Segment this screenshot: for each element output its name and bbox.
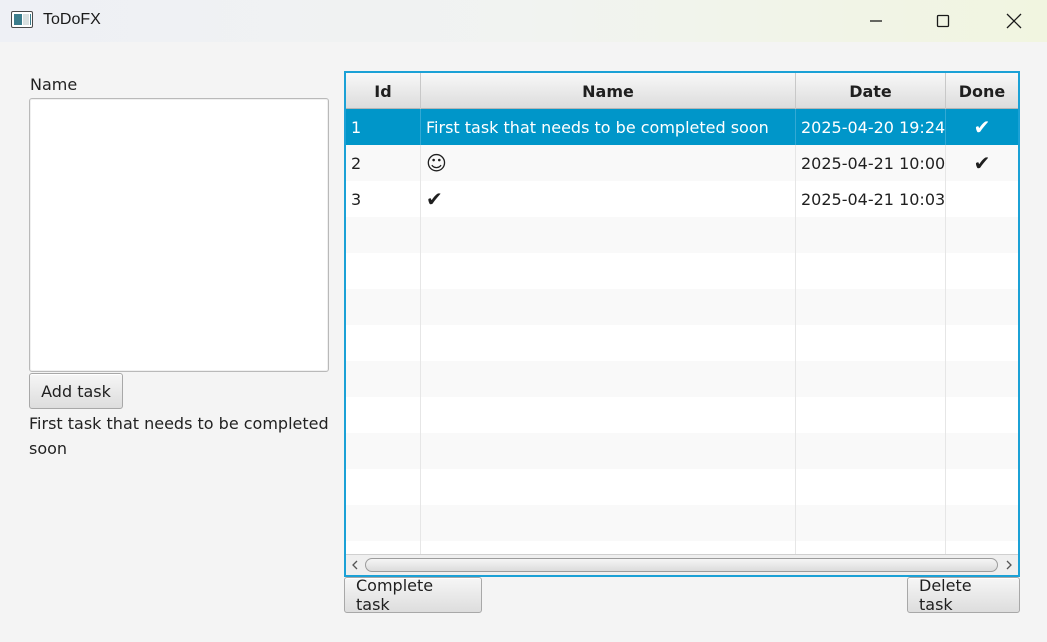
empty-cell	[346, 469, 421, 505]
empty-cell	[346, 289, 421, 325]
name-textarea[interactable]	[29, 98, 329, 372]
task-table[interactable]: Id Name Date Done 1 First task that need…	[344, 71, 1020, 577]
scroll-right-arrow-icon[interactable]	[1002, 558, 1016, 572]
empty-cell	[421, 325, 796, 361]
name-label: Name	[30, 75, 78, 94]
empty-cell	[796, 289, 946, 325]
cell-done: ✔	[973, 151, 991, 175]
empty-cell	[946, 433, 1018, 469]
empty-cell	[421, 397, 796, 433]
table-header: Id Name Date Done	[346, 73, 1018, 109]
app-icon	[11, 11, 33, 28]
delete-task-button[interactable]: Delete task	[907, 576, 1020, 614]
empty-cell	[796, 397, 946, 433]
empty-cell	[346, 397, 421, 433]
cell-id: 3	[346, 181, 421, 217]
column-header-name[interactable]: Name	[421, 73, 796, 109]
cell-id: 2	[346, 145, 421, 181]
empty-cell	[946, 505, 1018, 541]
add-task-button[interactable]: Add task	[29, 373, 123, 409]
empty-cell	[796, 217, 946, 253]
cell-name: ☺	[421, 145, 796, 181]
empty-cell	[796, 361, 946, 397]
empty-table-row	[346, 505, 1018, 541]
empty-cell	[796, 505, 946, 541]
empty-cell	[346, 361, 421, 397]
empty-cell	[946, 397, 1018, 433]
empty-table-row	[346, 361, 1018, 397]
maximize-button[interactable]	[920, 0, 966, 42]
close-button[interactable]	[991, 0, 1037, 42]
cell-done: ✔	[973, 115, 991, 139]
scrollbar-thumb[interactable]	[365, 558, 998, 572]
empty-cell	[946, 253, 1018, 289]
cell-id: 1	[346, 109, 421, 145]
empty-cell	[946, 289, 1018, 325]
empty-cell	[346, 217, 421, 253]
cell-date: 2025-04-21 10:00	[796, 145, 946, 181]
title-bar: ToDoFX	[0, 0, 1047, 42]
cell-date: 2025-04-21 10:03	[796, 181, 946, 217]
empty-cell	[421, 469, 796, 505]
table-row[interactable]: 1 First task that needs to be completed …	[346, 109, 1018, 145]
empty-table-row	[346, 289, 1018, 325]
column-header-done[interactable]: Done	[946, 73, 1018, 109]
cell-name: First task that needs to be completed so…	[421, 109, 796, 145]
empty-table-row	[346, 469, 1018, 505]
empty-cell	[796, 325, 946, 361]
empty-cell	[421, 253, 796, 289]
empty-cell	[421, 505, 796, 541]
selected-task-text: First task that needs to be completed so…	[29, 414, 329, 458]
empty-cell	[346, 325, 421, 361]
close-icon	[1006, 13, 1022, 29]
empty-cell	[796, 253, 946, 289]
window-title: ToDoFX	[43, 11, 101, 28]
empty-cell	[946, 325, 1018, 361]
empty-table-row	[346, 397, 1018, 433]
empty-cell	[796, 433, 946, 469]
cell-done	[946, 181, 1018, 217]
maximize-icon	[936, 14, 950, 28]
scroll-left-arrow-icon[interactable]	[348, 558, 362, 572]
column-header-id[interactable]: Id	[346, 73, 421, 109]
empty-cell	[946, 361, 1018, 397]
empty-cell	[421, 289, 796, 325]
column-header-date[interactable]: Date	[796, 73, 946, 109]
empty-cell	[346, 505, 421, 541]
empty-cell	[796, 469, 946, 505]
table-row[interactable]: 3 ✔ 2025-04-21 10:03	[346, 181, 1018, 217]
horizontal-scrollbar[interactable]	[346, 554, 1018, 575]
cell-date: 2025-04-20 19:24	[796, 109, 946, 145]
empty-cell	[946, 217, 1018, 253]
empty-cell	[346, 433, 421, 469]
empty-cell	[421, 361, 796, 397]
table-row[interactable]: 2 ☺ 2025-04-21 10:00 ✔	[346, 145, 1018, 181]
cell-name: ✔	[421, 181, 796, 217]
empty-table-row	[346, 253, 1018, 289]
empty-cell	[346, 253, 421, 289]
empty-table-row	[346, 217, 1018, 253]
minimize-icon	[870, 20, 882, 22]
empty-table-row	[346, 433, 1018, 469]
complete-task-button[interactable]: Complete task	[344, 576, 482, 614]
empty-table-row	[346, 325, 1018, 361]
minimize-button[interactable]	[853, 0, 899, 42]
empty-cell	[421, 217, 796, 253]
empty-cell	[946, 469, 1018, 505]
empty-cell	[421, 433, 796, 469]
